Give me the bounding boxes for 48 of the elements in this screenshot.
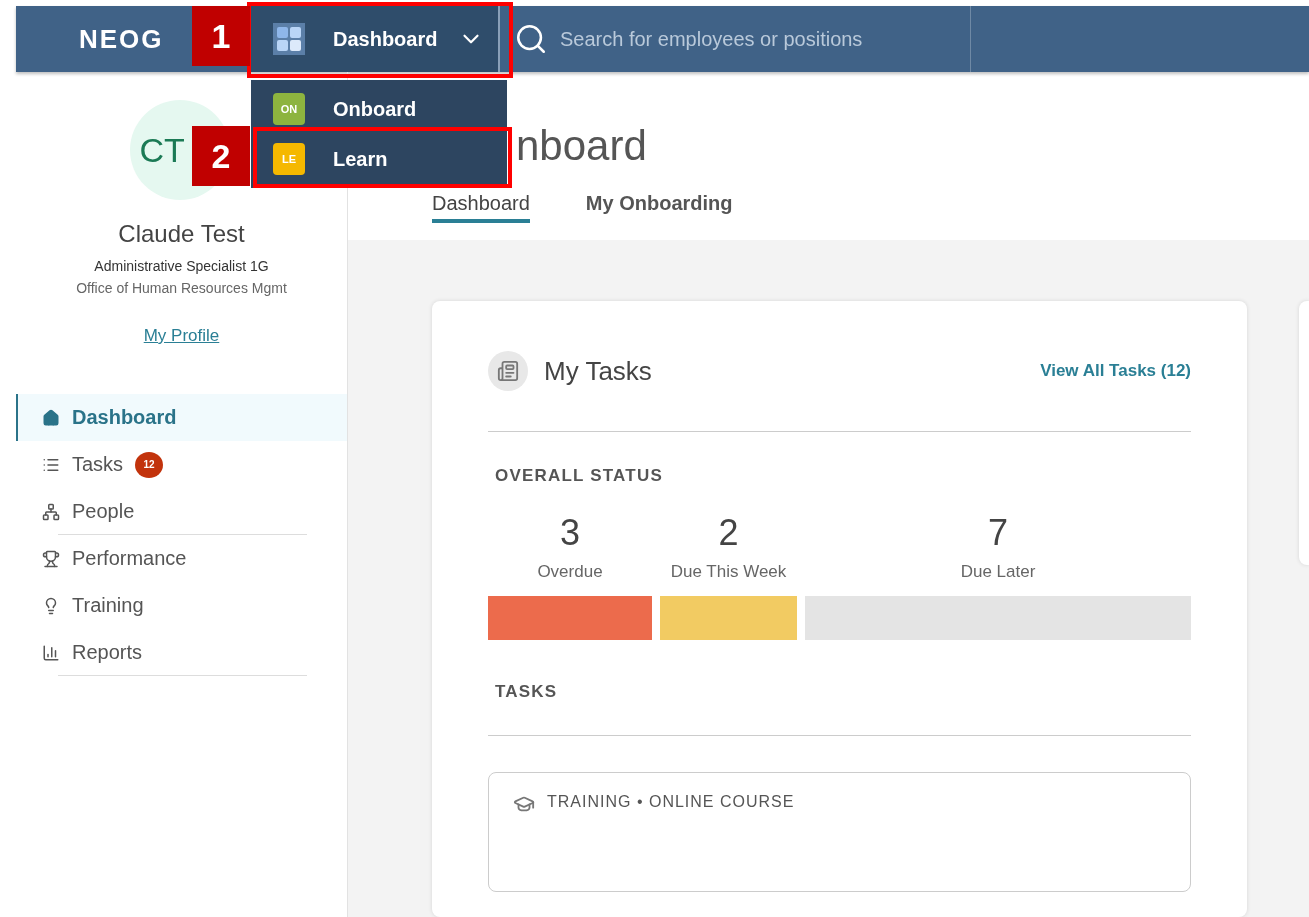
department: Office of Human Resources Mgmt: [76, 280, 287, 296]
trophy-icon: [42, 549, 60, 568]
bar-chart-icon: [42, 643, 60, 662]
hierarchy-icon: [42, 502, 60, 521]
callout-number: 2: [192, 126, 250, 186]
nav-item[interactable]: Training: [16, 582, 347, 629]
card-title: My Tasks: [544, 355, 653, 387]
grid-icon: [273, 23, 305, 55]
callout-number: 1: [192, 6, 250, 66]
job-title: Administrative Specialist 1G: [94, 258, 269, 274]
search-field[interactable]: Search for employees or positions: [558, 26, 958, 52]
nav-item[interactable]: Performance: [16, 535, 347, 582]
tab[interactable]: My Onboarding: [585, 192, 733, 223]
count-badge: 12: [135, 451, 164, 478]
status-count: 7: [988, 512, 1008, 554]
menu-item[interactable]: ON Onboard: [251, 84, 507, 134]
app-badge: LE: [273, 143, 305, 175]
user-name: Claude Test: [118, 220, 245, 248]
page-title: nboard: [516, 122, 648, 170]
profile-link[interactable]: My Profile: [143, 326, 220, 346]
section-heading: TASKS: [494, 681, 559, 703]
status-label: Overdue: [537, 562, 603, 582]
task-category: TRAINING • ONLINE COURSE: [547, 793, 795, 811]
status-label: Due Later: [960, 562, 1036, 582]
nav-label: Reports: [72, 641, 143, 664]
newspaper-icon: [488, 351, 528, 391]
tab[interactable]: Dashboard: [432, 192, 530, 223]
status-label: Due This Week: [670, 562, 787, 582]
section-heading: OVERALL STATUS: [494, 465, 664, 487]
logo: NEOG: [79, 23, 164, 55]
nav-item[interactable]: Dashboard: [16, 394, 347, 441]
task-card[interactable]: TRAINING • ONLINE COURSE: [488, 772, 1191, 892]
nav-item[interactable]: People: [16, 488, 347, 535]
view-all-link[interactable]: View All Tasks (12): [1040, 361, 1191, 381]
nav-item[interactable]: Tasks 12: [16, 441, 347, 488]
search-icon: [514, 22, 548, 56]
status-count: 2: [718, 512, 739, 554]
nav-item[interactable]: Reports: [16, 629, 347, 676]
nav-label: Training: [72, 594, 144, 617]
nav-label: Tasks: [72, 453, 124, 476]
nav-label: People: [72, 500, 135, 523]
nav-label: Dashboard: [72, 406, 177, 429]
menu-item[interactable]: LE Learn: [251, 134, 507, 184]
house-icon: [42, 408, 60, 427]
app-badge: ON: [273, 93, 305, 125]
nav-label: Performance: [72, 547, 187, 570]
status-count: 3: [560, 512, 580, 554]
app-switcher[interactable]: Dashboard: [251, 6, 500, 72]
